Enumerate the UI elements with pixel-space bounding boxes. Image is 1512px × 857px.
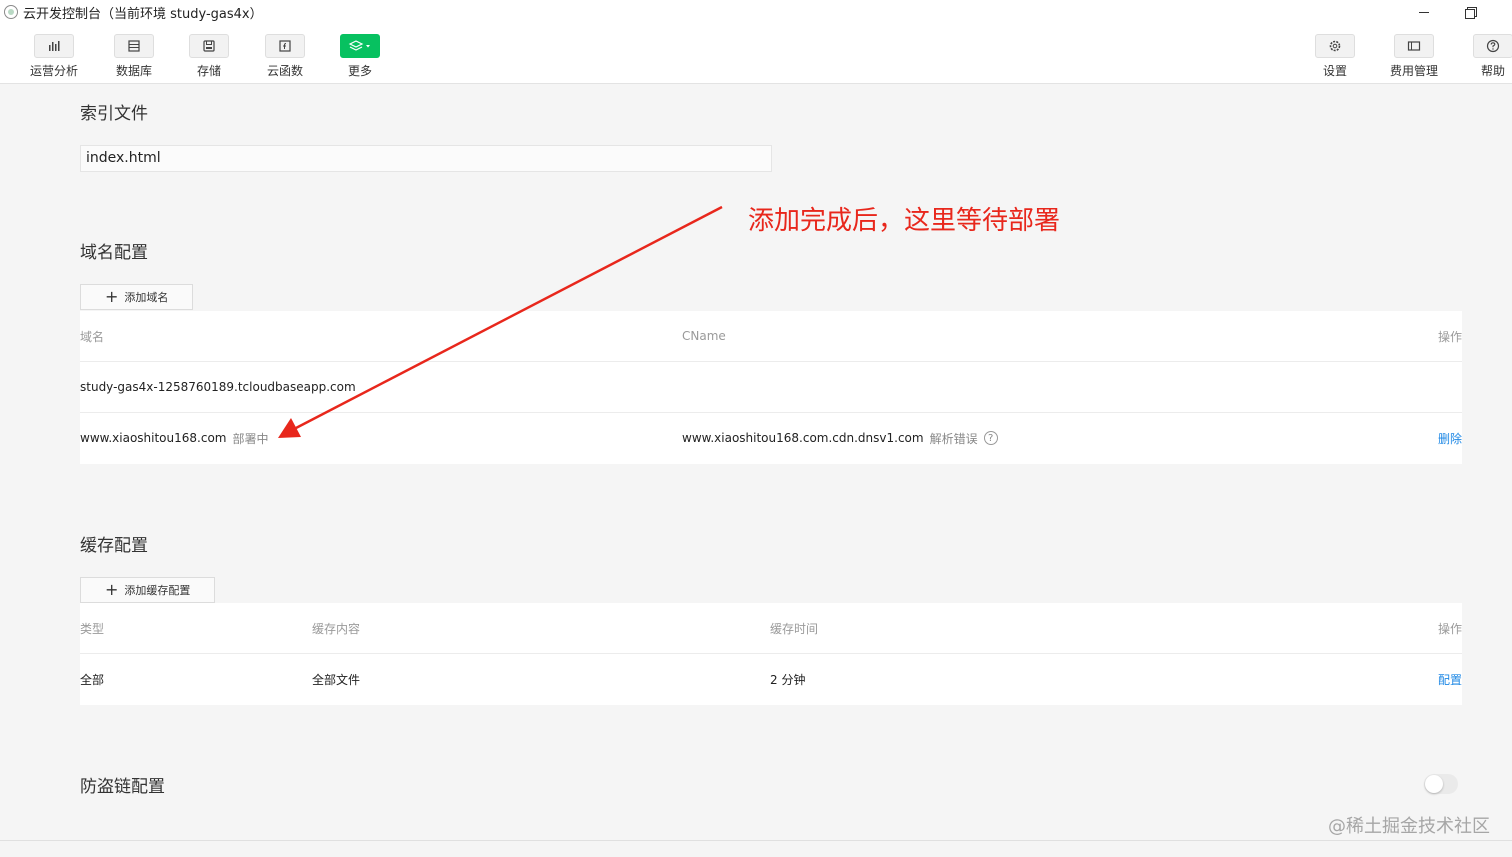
cname-status: 解析错误 (929, 431, 978, 446)
toolbar-function-label: 云函数 (266, 64, 303, 78)
index-file-input[interactable]: index.html (80, 145, 772, 172)
bottom-divider (0, 840, 1512, 841)
table-row: 全部 全部文件 2 分钟 配置 (80, 654, 1462, 705)
domain-action-header: 操作 (1437, 329, 1462, 344)
toolbar-billing-label: 费用管理 (1389, 64, 1438, 78)
index-section-title: 索引文件 (80, 104, 148, 124)
configure-cache-link[interactable]: 配置 (1438, 654, 1462, 704)
bar-chart-icon (34, 34, 74, 58)
title-bar: 云开发控制台（当前环境 study-gas4x） (0, 0, 1512, 24)
table-row: www.xiaoshitou168.com 部署中 www.xiaoshitou… (80, 413, 1462, 464)
cache-table-header: 类型 缓存内容 缓存时间 操作 (80, 603, 1462, 654)
window-title: 云开发控制台（当前环境 study-gas4x） (23, 6, 263, 22)
cname-cell: www.xiaoshitou168.com.cdn.dnsv1.com 解析错误… (682, 413, 998, 463)
domain-table-header: 域名 CName 操作 (80, 311, 1462, 362)
deploy-status: 部署中 (232, 431, 269, 446)
cname-header: CName (682, 329, 726, 343)
cache-section-title: 缓存配置 (80, 536, 148, 556)
toolbar-analytics-button[interactable]: 运营分析 (19, 34, 89, 79)
function-icon (265, 34, 305, 58)
content-header: 缓存内容 (312, 621, 361, 636)
gear-icon (1315, 34, 1355, 58)
toolbar-settings-label: 设置 (1322, 64, 1347, 78)
type-header: 类型 (80, 621, 105, 636)
hotlink-toggle[interactable] (1424, 774, 1458, 794)
add-cache-button[interactable]: + 添加缓存配置 (80, 577, 216, 603)
plus-icon: + (105, 580, 119, 599)
cache-table: 类型 缓存内容 缓存时间 操作 全部 全部文件 2 分钟 配置 (80, 603, 1462, 705)
cname-value: www.xiaoshitou168.com.cdn.dnsv1.com (682, 431, 924, 445)
toolbar: 运营分析 数据库 存储 云函数 更多 设置 费用管理 帮助 (0, 24, 1512, 84)
table-row: study-gas4x-1258760189.tcloudbaseapp.com (80, 362, 1462, 413)
minimize-button[interactable] (1416, 4, 1432, 20)
time-cell: 2 分钟 (770, 672, 806, 687)
toolbar-more-button[interactable]: 更多 (325, 34, 395, 79)
toolbar-help-button[interactable]: 帮助 (1458, 34, 1512, 79)
toolbar-billing-button[interactable]: 费用管理 (1379, 34, 1449, 79)
toolbar-help-label: 帮助 (1480, 64, 1505, 78)
plus-icon: + (105, 287, 119, 306)
domain-cell: www.xiaoshitou168.com 部署中 (80, 413, 269, 463)
toolbar-storage-label: 存储 (196, 64, 221, 78)
app-icon (4, 5, 18, 19)
toolbar-settings-button[interactable]: 设置 (1300, 34, 1370, 79)
toolbar-database-button[interactable]: 数据库 (99, 34, 169, 79)
content-cell: 全部文件 (312, 672, 361, 687)
type-cell: 全部 (80, 672, 105, 687)
cache-action-header: 操作 (1437, 621, 1462, 636)
storage-icon (189, 34, 229, 58)
toolbar-analytics-label: 运营分析 (29, 64, 78, 78)
toolbar-database-label: 数据库 (115, 64, 152, 78)
domain-header: 域名 (80, 329, 105, 344)
toolbar-more-label: 更多 (347, 64, 372, 78)
layers-icon (340, 34, 380, 58)
add-domain-button[interactable]: + 添加域名 (80, 284, 194, 310)
hotlink-section-title: 防盗链配置 (80, 777, 165, 797)
wallet-icon (1394, 34, 1434, 58)
toolbar-storage-button[interactable]: 存储 (174, 34, 244, 79)
domain-cell: study-gas4x-1258760189.tcloudbaseapp.com (80, 380, 356, 394)
help-icon (1473, 34, 1512, 58)
delete-domain-link[interactable]: 删除 (1438, 413, 1462, 463)
time-header: 缓存时间 (770, 621, 819, 636)
database-icon (114, 34, 154, 58)
domain-table: 域名 CName 操作 study-gas4x-1258760189.tclou… (80, 311, 1462, 464)
add-domain-label: 添加域名 (124, 291, 169, 304)
watermark: @稀土掘金技术社区 (1328, 816, 1490, 837)
add-cache-label: 添加缓存配置 (124, 584, 191, 597)
restore-button[interactable] (1462, 4, 1478, 20)
domain-section-title: 域名配置 (80, 243, 148, 263)
annotation-text: 添加完成后，这里等待部署 (748, 206, 1061, 236)
toolbar-function-button[interactable]: 云函数 (250, 34, 320, 79)
domain-value: www.xiaoshitou168.com (80, 431, 227, 445)
question-icon[interactable]: ? (983, 431, 998, 445)
